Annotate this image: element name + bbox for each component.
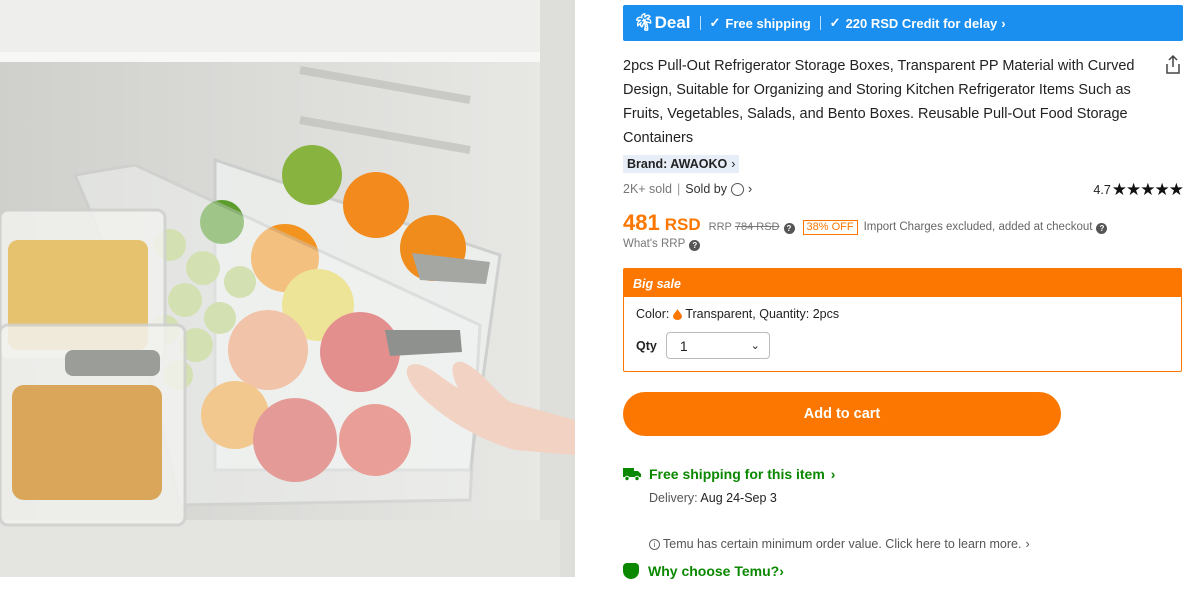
sales-row: 2K+ sold | Sold by › 4.7 ★★★★★ bbox=[623, 180, 1184, 200]
price-currency: RSD bbox=[664, 215, 701, 234]
qty-select[interactable]: 1 ⌄ bbox=[665, 332, 770, 359]
divider bbox=[819, 16, 821, 30]
min-order-text: Temu has certain minimum order value. Cl… bbox=[663, 537, 1022, 551]
deal-badge: 🌴︎ Deal bbox=[633, 13, 691, 33]
chevron-right-icon: › bbox=[747, 182, 753, 196]
divider bbox=[699, 16, 701, 30]
credit-label: 220 RSD Credit for delay bbox=[845, 15, 998, 31]
chevron-right-icon: › bbox=[830, 466, 836, 482]
price-amount: 481 bbox=[623, 210, 660, 235]
free-shipping-label: Free shipping bbox=[725, 15, 811, 31]
whats-rrp-link[interactable]: What's RRP ? bbox=[623, 238, 1183, 251]
sold-by-link[interactable]: Sold by bbox=[685, 182, 727, 196]
brand-label: Brand: AWAOKO bbox=[627, 157, 728, 171]
question-icon[interactable]: ? bbox=[783, 223, 795, 234]
chevron-right-icon: › bbox=[731, 157, 736, 171]
free-shipping-link[interactable]: Free shipping for this item › bbox=[623, 466, 1183, 482]
qty-row: Qty 1 ⌄ bbox=[636, 332, 1169, 359]
chevron-down-icon: ⌄ bbox=[750, 340, 760, 352]
delivery-estimate: Delivery: Aug 24-Sep 3 bbox=[649, 491, 1183, 505]
color-label: Color: bbox=[636, 307, 670, 321]
seller-logo[interactable] bbox=[730, 182, 744, 196]
whats-rrp-label: What's RRP bbox=[623, 238, 686, 250]
info-icon: i bbox=[649, 538, 660, 550]
free-shipping-badge: ✓ Free shipping bbox=[710, 15, 811, 31]
qty-label: Qty bbox=[636, 338, 657, 353]
chevron-right-icon: › bbox=[1001, 15, 1006, 31]
deal-label: Deal bbox=[654, 13, 691, 32]
add-to-cart-button[interactable]: Add to cart bbox=[623, 392, 1061, 436]
qty-value: 1 bbox=[679, 337, 688, 354]
product-photo bbox=[0, 0, 575, 577]
divider: | bbox=[677, 182, 681, 196]
sold-count: 2K+ sold bbox=[623, 182, 672, 196]
free-shipping-item-label: Free shipping for this item bbox=[649, 466, 825, 482]
credit-link[interactable]: ✓ 220 RSD Credit for delay › bbox=[830, 15, 1006, 31]
product-image[interactable] bbox=[0, 0, 575, 577]
big-sale-box: Big sale Color: Transparent, Quantity: 2… bbox=[623, 268, 1182, 372]
why-choose-link[interactable]: Why choose Temu? › bbox=[623, 563, 1183, 579]
product-title: 2pcs Pull-Out Refrigerator Storage Boxes… bbox=[623, 58, 1135, 146]
variant-selector: Color: Transparent, Quantity: 2pcs Qty 1… bbox=[624, 297, 1181, 371]
big-sale-header: Big sale bbox=[624, 269, 1181, 297]
delivery-dates: Aug 24-Sep 3 bbox=[700, 491, 777, 505]
rating[interactable]: 4.7 ★★★★★ bbox=[1093, 180, 1184, 200]
why-choose-label: Why choose Temu? bbox=[648, 563, 780, 579]
check-icon: ✓ bbox=[829, 15, 841, 30]
question-icon: ? bbox=[689, 239, 701, 251]
delivery-label: Delivery: bbox=[649, 491, 698, 505]
truck-icon bbox=[623, 468, 641, 481]
color-value: Transparent, Quantity: 2pcs bbox=[685, 307, 840, 321]
brand-link[interactable]: Brand: AWAOKO › bbox=[623, 155, 740, 173]
sold-by-label: Sold by bbox=[685, 182, 727, 196]
color-row[interactable]: Color: Transparent, Quantity: 2pcs bbox=[636, 307, 1169, 321]
share-icon[interactable] bbox=[1163, 54, 1183, 76]
palm-icon: 🌴︎ bbox=[633, 13, 655, 32]
rating-value: 4.7 bbox=[1093, 183, 1111, 197]
star-rating-icon: ★★★★★ bbox=[1111, 180, 1184, 199]
discount-badge: 38% OFF bbox=[802, 220, 858, 235]
deal-banner[interactable]: 🌴︎ Deal ✓ Free shipping ✓ 220 RSD Credit… bbox=[623, 5, 1183, 41]
check-icon: ✓ bbox=[709, 15, 721, 30]
product-info-panel: 🌴︎ Deal ✓ Free shipping ✓ 220 RSD Credit… bbox=[623, 5, 1184, 579]
shield-icon bbox=[623, 563, 639, 579]
rrp-label: RRP bbox=[708, 221, 732, 233]
drop-icon bbox=[673, 308, 683, 320]
title-row: 2pcs Pull-Out Refrigerator Storage Boxes… bbox=[623, 54, 1183, 150]
question-icon[interactable]: ? bbox=[1096, 223, 1108, 234]
import-charges-note: Import Charges excluded, added at checko… bbox=[863, 221, 1093, 233]
price-row: 481 RSD RRP 784 RSD ? 38% OFF Import Cha… bbox=[623, 210, 1183, 236]
chevron-right-icon: › bbox=[1025, 537, 1030, 551]
rrp-value: 784 RSD bbox=[734, 221, 780, 233]
chevron-right-icon: › bbox=[779, 563, 784, 579]
min-order-link[interactable]: i Temu has certain minimum order value. … bbox=[649, 537, 1183, 551]
